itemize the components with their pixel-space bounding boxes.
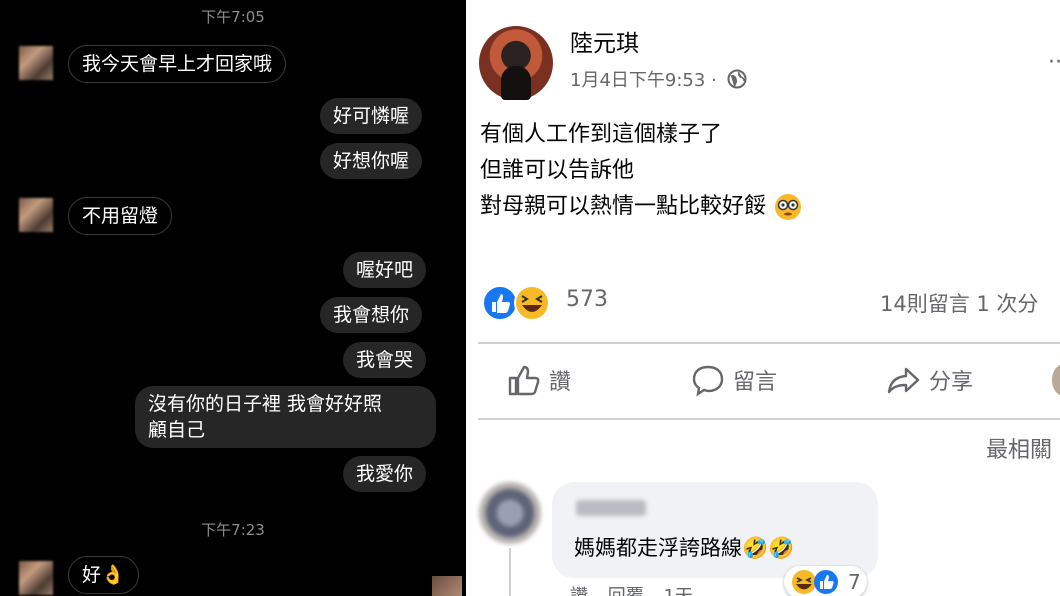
commenter-name-blurred[interactable]: [576, 500, 646, 516]
meta-separator: ·: [711, 70, 717, 91]
outgoing-message: 喔好吧: [343, 252, 427, 288]
contact-avatar: [19, 561, 53, 595]
read-receipt-avatar: [432, 576, 462, 596]
dizzy-face-emoji-icon: [775, 194, 802, 220]
chat-timestamp: 下午7:23: [201, 521, 265, 539]
comment-reaction-count: 7: [848, 570, 861, 594]
post-text-line: 對母親可以熱情一點比較好餒: [480, 188, 803, 222]
comment-button[interactable]: 留言: [690, 362, 777, 398]
share-button[interactable]: 分享: [886, 362, 973, 398]
outgoing-message: 我愛你: [343, 456, 427, 492]
incoming-message: 不用留燈: [68, 197, 173, 235]
post-date[interactable]: 1月4日下午9:53: [570, 70, 705, 91]
reaction-count[interactable]: 573: [566, 287, 608, 312]
thumbs-up-icon: [508, 365, 540, 396]
more-options-icon[interactable]: ···: [1048, 50, 1060, 75]
author-avatar[interactable]: [479, 26, 553, 100]
outgoing-message: 好可憐喔: [320, 98, 423, 134]
outgoing-message: 好想你喔: [320, 143, 423, 179]
outgoing-message: 沒有你的日子裡 我會好好照 顧自己: [135, 386, 436, 448]
facebook-post: 陸元琪 1月4日下午9:53 · ··· 有個人工作到這個樣子了 但誰可以告訴他…: [466, 0, 1060, 596]
author-name[interactable]: 陸元琪: [570, 24, 639, 58]
post-text-line: 但誰可以告訴他: [480, 158, 635, 183]
comment-actions[interactable]: 讚 回覆 1天: [570, 582, 693, 596]
like-label: 讚: [549, 370, 572, 395]
outgoing-message: 我會哭: [343, 342, 427, 378]
post-text-line: 有個人工作到這個樣子了: [480, 122, 723, 147]
like-button[interactable]: 讚: [506, 362, 571, 398]
comment-text: 媽媽都走浮誇路線🤣🤣: [574, 536, 795, 560]
reaction-icons[interactable]: [482, 284, 554, 326]
incoming-message: 好👌: [68, 556, 139, 594]
incoming-message: 我今天會早上才回家哦: [68, 45, 287, 83]
comment-reactions[interactable]: 7: [784, 566, 867, 596]
contact-avatar: [19, 198, 53, 232]
commenter-avatar[interactable]: [479, 482, 541, 544]
message-line: 顧自己: [148, 419, 206, 441]
comments-share-count[interactable]: 14則留言 1 次分: [880, 288, 1038, 318]
message-line: 沒有你的日子裡 我會好好照: [148, 393, 383, 415]
comment-label: 留言: [733, 370, 778, 395]
share-arrow-icon: [887, 367, 920, 394]
globe-icon: [727, 69, 747, 94]
comment-bubble-icon: [692, 365, 724, 397]
chat-timestamp: 下午7:05: [201, 8, 265, 26]
chat-panel: 下午7:05 我今天會早上才回家哦 好可憐喔 好想你喔 不用留燈 喔好吧 我會想…: [0, 0, 466, 596]
outgoing-message: 我會想你: [320, 297, 423, 333]
post-text: 對母親可以熱情一點比較好餒: [480, 194, 767, 219]
contact-avatar: [19, 46, 53, 80]
post-meta: 1月4日下午9:53 ·: [570, 66, 747, 94]
haha-like-icon: [792, 570, 838, 594]
share-label: 分享: [929, 370, 974, 395]
divider: [478, 342, 1060, 344]
comment-sort-dropdown[interactable]: 最相關: [986, 432, 1052, 464]
viewer-avatar[interactable]: [1052, 364, 1060, 396]
comment-bubble: 媽媽都走浮誇路線🤣🤣: [552, 482, 878, 578]
divider: [478, 418, 1060, 420]
thread-line: [509, 548, 511, 596]
